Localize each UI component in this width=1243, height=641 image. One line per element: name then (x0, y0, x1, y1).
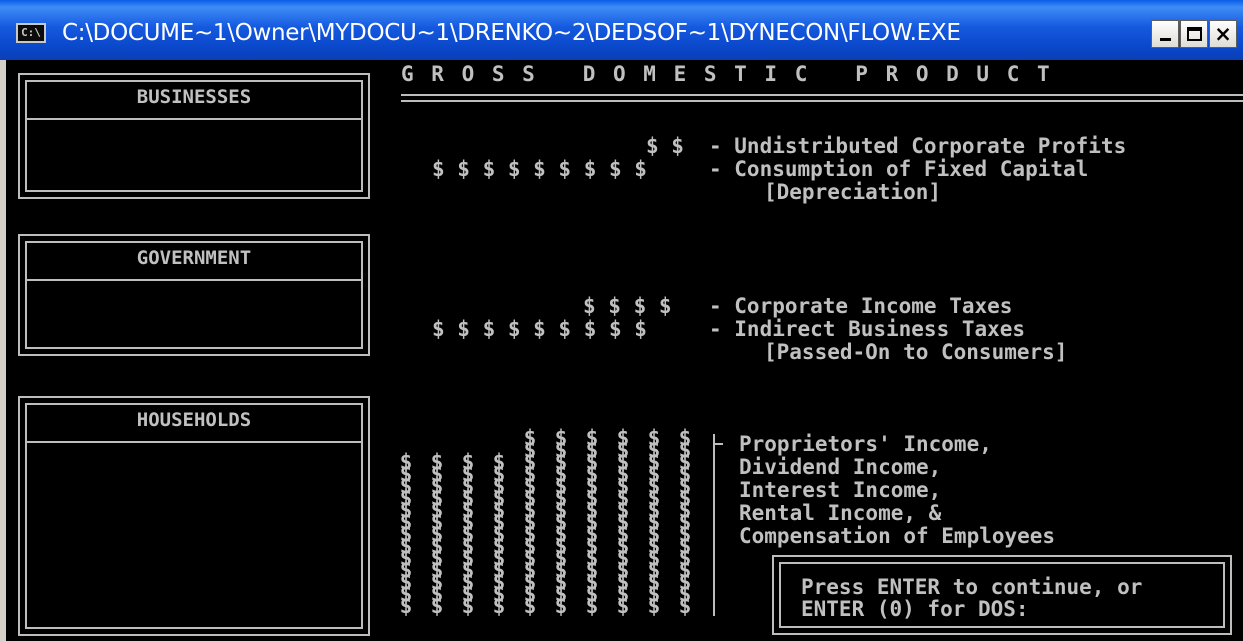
businesses-box-inner: BUSINESSES (25, 80, 363, 192)
government-box: GOVERNMENT (18, 234, 370, 356)
maximize-icon (1187, 27, 1202, 41)
window-titlebar[interactable]: C:\ C:\DOCUME~1\Owner\MYDOCU~1\DRENKO~2\… (0, 0, 1243, 60)
corporate-taxes-dollars: $ $ $ $ (583, 294, 672, 318)
households-box-inner: HOUSEHOLDS (25, 403, 363, 629)
government-box-inner: GOVERNMENT (25, 241, 363, 349)
household-dollar-column: $ $ $ $ $ $ $ $ $ $ $ $ $ (492, 450, 506, 618)
undistributed-profits-dollars: $ $ (646, 134, 684, 158)
businesses-label: BUSINESSES (27, 82, 361, 120)
close-icon: × (1214, 22, 1232, 46)
close-button[interactable]: × (1209, 20, 1237, 48)
maximize-button[interactable] (1180, 20, 1208, 48)
interest-income-label: Interest Income, (739, 478, 942, 502)
household-dollar-column: $ $ $ $ $ $ $ $ $ $ $ $ $ $ $ (554, 426, 568, 618)
household-dollar-columns: $ $ $ $ $ $ $ $ $ $ $ $ $ $ $ $ $ $ $ $ $… (396, 426, 706, 618)
dividend-income-label: Dividend Income, (739, 455, 942, 479)
household-dollar-column: $ $ $ $ $ $ $ $ $ $ $ $ $ $ $ (647, 426, 661, 618)
continue-prompt-line1: Press ENTER to continue, or (801, 575, 1143, 599)
continue-prompt-box[interactable]: Press ENTER to continue, or ENTER (0) fo… (772, 555, 1232, 635)
households-label: HOUSEHOLDS (27, 405, 361, 443)
household-dollar-column: $ $ $ $ $ $ $ $ $ $ $ $ $ $ $ (523, 426, 537, 618)
household-dollar-column: $ $ $ $ $ $ $ $ $ $ $ $ $ $ $ (585, 426, 599, 618)
gdp-title: G R O S S D O M E S T I C P R O D U C T (401, 62, 1053, 86)
proprietors-income-label: Proprietors' Income, (739, 432, 992, 456)
indirect-taxes-dollars: $ $ $ $ $ $ $ $ $ (432, 317, 647, 341)
console-area[interactable]: BUSINESSES GOVERNMENT HOUSEHOLDS G R O S… (0, 60, 1243, 641)
household-bracket-tick (713, 443, 723, 445)
employee-compensation-label: Compensation of Employees (739, 524, 1056, 548)
window-title: C:\DOCUME~1\Owner\MYDOCU~1\DRENKO~2\DEDS… (62, 20, 961, 46)
depreciation-dollars: $ $ $ $ $ $ $ $ $ (432, 157, 647, 181)
passed-on-label: [Passed-On to Consumers] (764, 340, 1068, 364)
corporate-taxes-label: - Corporate Income Taxes (709, 294, 1013, 318)
fixed-capital-label: - Consumption of Fixed Capital (709, 157, 1089, 181)
minimize-icon (1160, 38, 1171, 41)
households-box: HOUSEHOLDS (18, 396, 370, 636)
household-dollar-column: $ $ $ $ $ $ $ $ $ $ $ $ $ (461, 450, 475, 618)
government-label: GOVERNMENT (27, 243, 361, 281)
household-dollar-column: $ $ $ $ $ $ $ $ $ $ $ $ $ $ $ (678, 426, 692, 618)
household-bracket-line (713, 434, 715, 616)
rental-income-label: Rental Income, & (739, 501, 942, 525)
household-dollar-column: $ $ $ $ $ $ $ $ $ $ $ $ $ $ $ (616, 426, 630, 618)
title-divider-bottom (401, 100, 1243, 102)
console-app-icon[interactable]: C:\ (16, 23, 46, 43)
continue-prompt-line2: ENTER (0) for DOS: (801, 597, 1029, 621)
indirect-taxes-label: - Indirect Business Taxes (709, 317, 1026, 341)
depreciation-label: [Depreciation] (764, 180, 942, 204)
minimize-button[interactable] (1151, 20, 1179, 48)
household-dollar-column: $ $ $ $ $ $ $ $ $ $ $ $ $ (399, 450, 413, 618)
businesses-box: BUSINESSES (18, 73, 370, 199)
title-divider-top (401, 94, 1243, 96)
household-dollar-column: $ $ $ $ $ $ $ $ $ $ $ $ $ (430, 450, 444, 618)
continue-prompt-inner: Press ENTER to continue, or ENTER (0) fo… (779, 562, 1225, 628)
undistributed-profits-label: - Undistributed Corporate Profits (709, 134, 1127, 158)
